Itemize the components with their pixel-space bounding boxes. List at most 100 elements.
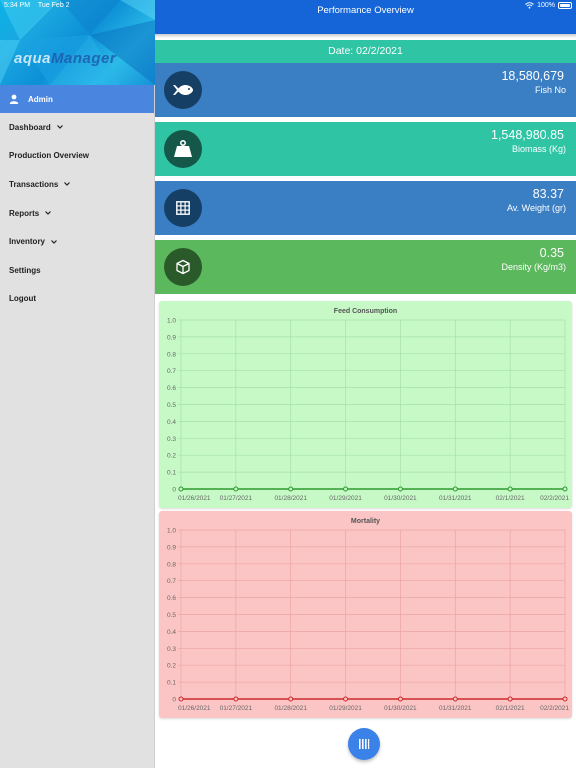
x-tick-label: 01/27/2021	[220, 495, 253, 502]
stat-card-fish-no[interactable]: 18,580,679 Fish No	[155, 63, 576, 117]
y-tick-label: 0.3	[167, 646, 176, 653]
chart-title: Feed Consumption	[334, 308, 397, 315]
y-tick-label: 1.0	[167, 528, 176, 535]
y-tick-label: 0.9	[167, 334, 176, 341]
x-tick-label: 02/2/2021	[540, 495, 569, 502]
mortality-chart: Mortality 1.0 0.9 0.8 0.7 0.6 0.5 0.4 0.3 0.2 0.1 0…	[159, 511, 572, 718]
stat-icon-circle	[164, 248, 202, 286]
data-point	[397, 696, 403, 702]
data-point	[288, 486, 294, 492]
data-point	[178, 696, 184, 702]
y-tick-label: 0.5	[167, 402, 176, 409]
stat-card-biomass[interactable]: 1,548,980.85 Biomass (Kg)	[155, 122, 576, 176]
sidebar-item-inventory[interactable]: Inventory	[0, 227, 154, 256]
y-tick-label: 1.0	[167, 318, 176, 325]
y-tick-label: 0.2	[167, 663, 176, 670]
y-tick-label: 0.1	[167, 470, 176, 477]
nav-menu: Dashboard Production Overview Transactio…	[0, 113, 154, 313]
chevron-down-icon	[51, 239, 57, 244]
data-point	[507, 696, 513, 702]
data-point	[288, 696, 294, 702]
data-point	[178, 486, 184, 492]
y-tick-label: 0	[172, 697, 176, 704]
y-tick-label: 0.5	[167, 612, 176, 619]
x-tick-label: 02/1/2021	[496, 495, 525, 502]
chart-svg: Feed Consumption 1.0 0.9 0.8 0.7 0.6 0.5 0.4 0.3…	[167, 308, 569, 502]
chevron-down-icon	[56, 125, 63, 130]
sidebar-item-settings[interactable]: Settings	[0, 256, 154, 285]
data-point	[452, 696, 458, 702]
chart-title: Mortality	[351, 518, 380, 525]
y-tick-label: 0.1	[167, 680, 176, 687]
stat-label: Fish No	[534, 85, 566, 95]
x-tick-label: 01/26/2021	[178, 705, 211, 712]
y-tick-label: 0.9	[167, 544, 176, 551]
y-tick-label: 0.8	[167, 351, 176, 358]
data-point	[343, 486, 349, 492]
x-tick-label: 01/28/2021	[274, 495, 307, 502]
data-point	[452, 486, 458, 492]
stat-card-density[interactable]: 0.35 Density (Kg/m3)	[155, 240, 576, 294]
fish-icon	[173, 84, 193, 96]
stat-icon-circle	[164, 71, 202, 109]
x-tick-label: 02/1/2021	[496, 705, 525, 712]
y-tick-label: 0.6	[167, 595, 176, 602]
user-icon	[9, 94, 19, 104]
x-tick-label: 01/28/2021	[274, 705, 307, 712]
x-tick-label: 01/26/2021	[178, 495, 211, 502]
grid-icon	[176, 201, 190, 215]
date-banner: Date: 02/2/2021	[155, 40, 576, 63]
date-label: Date: 02/2/2021	[328, 45, 403, 57]
y-tick-label: 0.4	[167, 419, 176, 426]
header-pattern	[0, 0, 155, 85]
status-date: Tue Feb 2	[37, 2, 70, 9]
x-tick-label: 01/31/2021	[439, 495, 472, 502]
data-point	[507, 486, 513, 492]
header-shadow	[155, 34, 576, 38]
x-tick-label: 01/30/2021	[384, 705, 417, 712]
x-tick-label: 01/27/2021	[220, 705, 253, 712]
x-tick-label: 01/30/2021	[384, 495, 417, 502]
sidebar-item-dashboard[interactable]: Dashboard	[0, 113, 154, 142]
battery-icon	[558, 2, 572, 9]
sidebar-item-reports[interactable]: Reports	[0, 199, 154, 228]
stat-value: 0.35	[539, 246, 564, 260]
sidebar-item-production-overview[interactable]: Production Overview	[0, 142, 154, 171]
x-tick-label: 02/2/2021	[540, 705, 569, 712]
stat-label: Density (Kg/m3)	[501, 262, 566, 272]
y-tick-label: 0	[172, 487, 176, 494]
stat-label: Av. Weight (gr)	[506, 203, 566, 213]
stats-list: 18,580,679 Fish No 1,548,980.85 Biomass …	[155, 63, 576, 294]
data-point	[343, 696, 349, 702]
app-logo: aquaManager	[14, 50, 117, 67]
y-tick-label: 0.8	[167, 561, 176, 568]
y-tick-label: 0.2	[167, 453, 176, 460]
status-bar: 5:34 PM Tue Feb 2 100%	[0, 0, 576, 12]
stat-value: 83.37	[532, 187, 564, 201]
chevron-down-icon	[64, 182, 71, 187]
chart-svg: Mortality 1.0 0.9 0.8 0.7 0.6 0.5 0.4 0.3 0.2 0.1 0…	[167, 518, 569, 712]
user-name: Admin	[28, 94, 53, 104]
data-point	[397, 486, 403, 492]
y-tick-label: 0.3	[167, 436, 176, 443]
x-tick-label: 01/29/2021	[329, 705, 362, 712]
sidebar: aquaManager Admin Dashboard Production O…	[0, 0, 155, 768]
user-profile-item[interactable]: Admin	[0, 85, 154, 113]
status-time: 5:34 PM	[4, 2, 31, 9]
stat-value: 1,548,980.85	[491, 128, 564, 142]
bars-icon	[359, 739, 370, 749]
weight-icon	[174, 140, 192, 157]
data-point	[233, 696, 239, 702]
sidebar-item-transactions[interactable]: Transactions	[0, 170, 154, 199]
battery-percent: 100%	[537, 2, 555, 9]
x-tick-label: 01/31/2021	[439, 705, 472, 712]
y-tick-label: 0.7	[167, 368, 176, 375]
stat-card-av-weight[interactable]: 83.37 Av. Weight (gr)	[155, 181, 576, 235]
data-point	[233, 486, 239, 492]
data-point	[562, 696, 568, 702]
y-tick-label: 0.4	[167, 629, 176, 636]
sidebar-item-logout[interactable]: Logout	[0, 285, 154, 314]
menu-fab-button[interactable]	[348, 728, 380, 760]
stat-icon-circle	[164, 130, 202, 168]
data-point	[562, 486, 568, 492]
